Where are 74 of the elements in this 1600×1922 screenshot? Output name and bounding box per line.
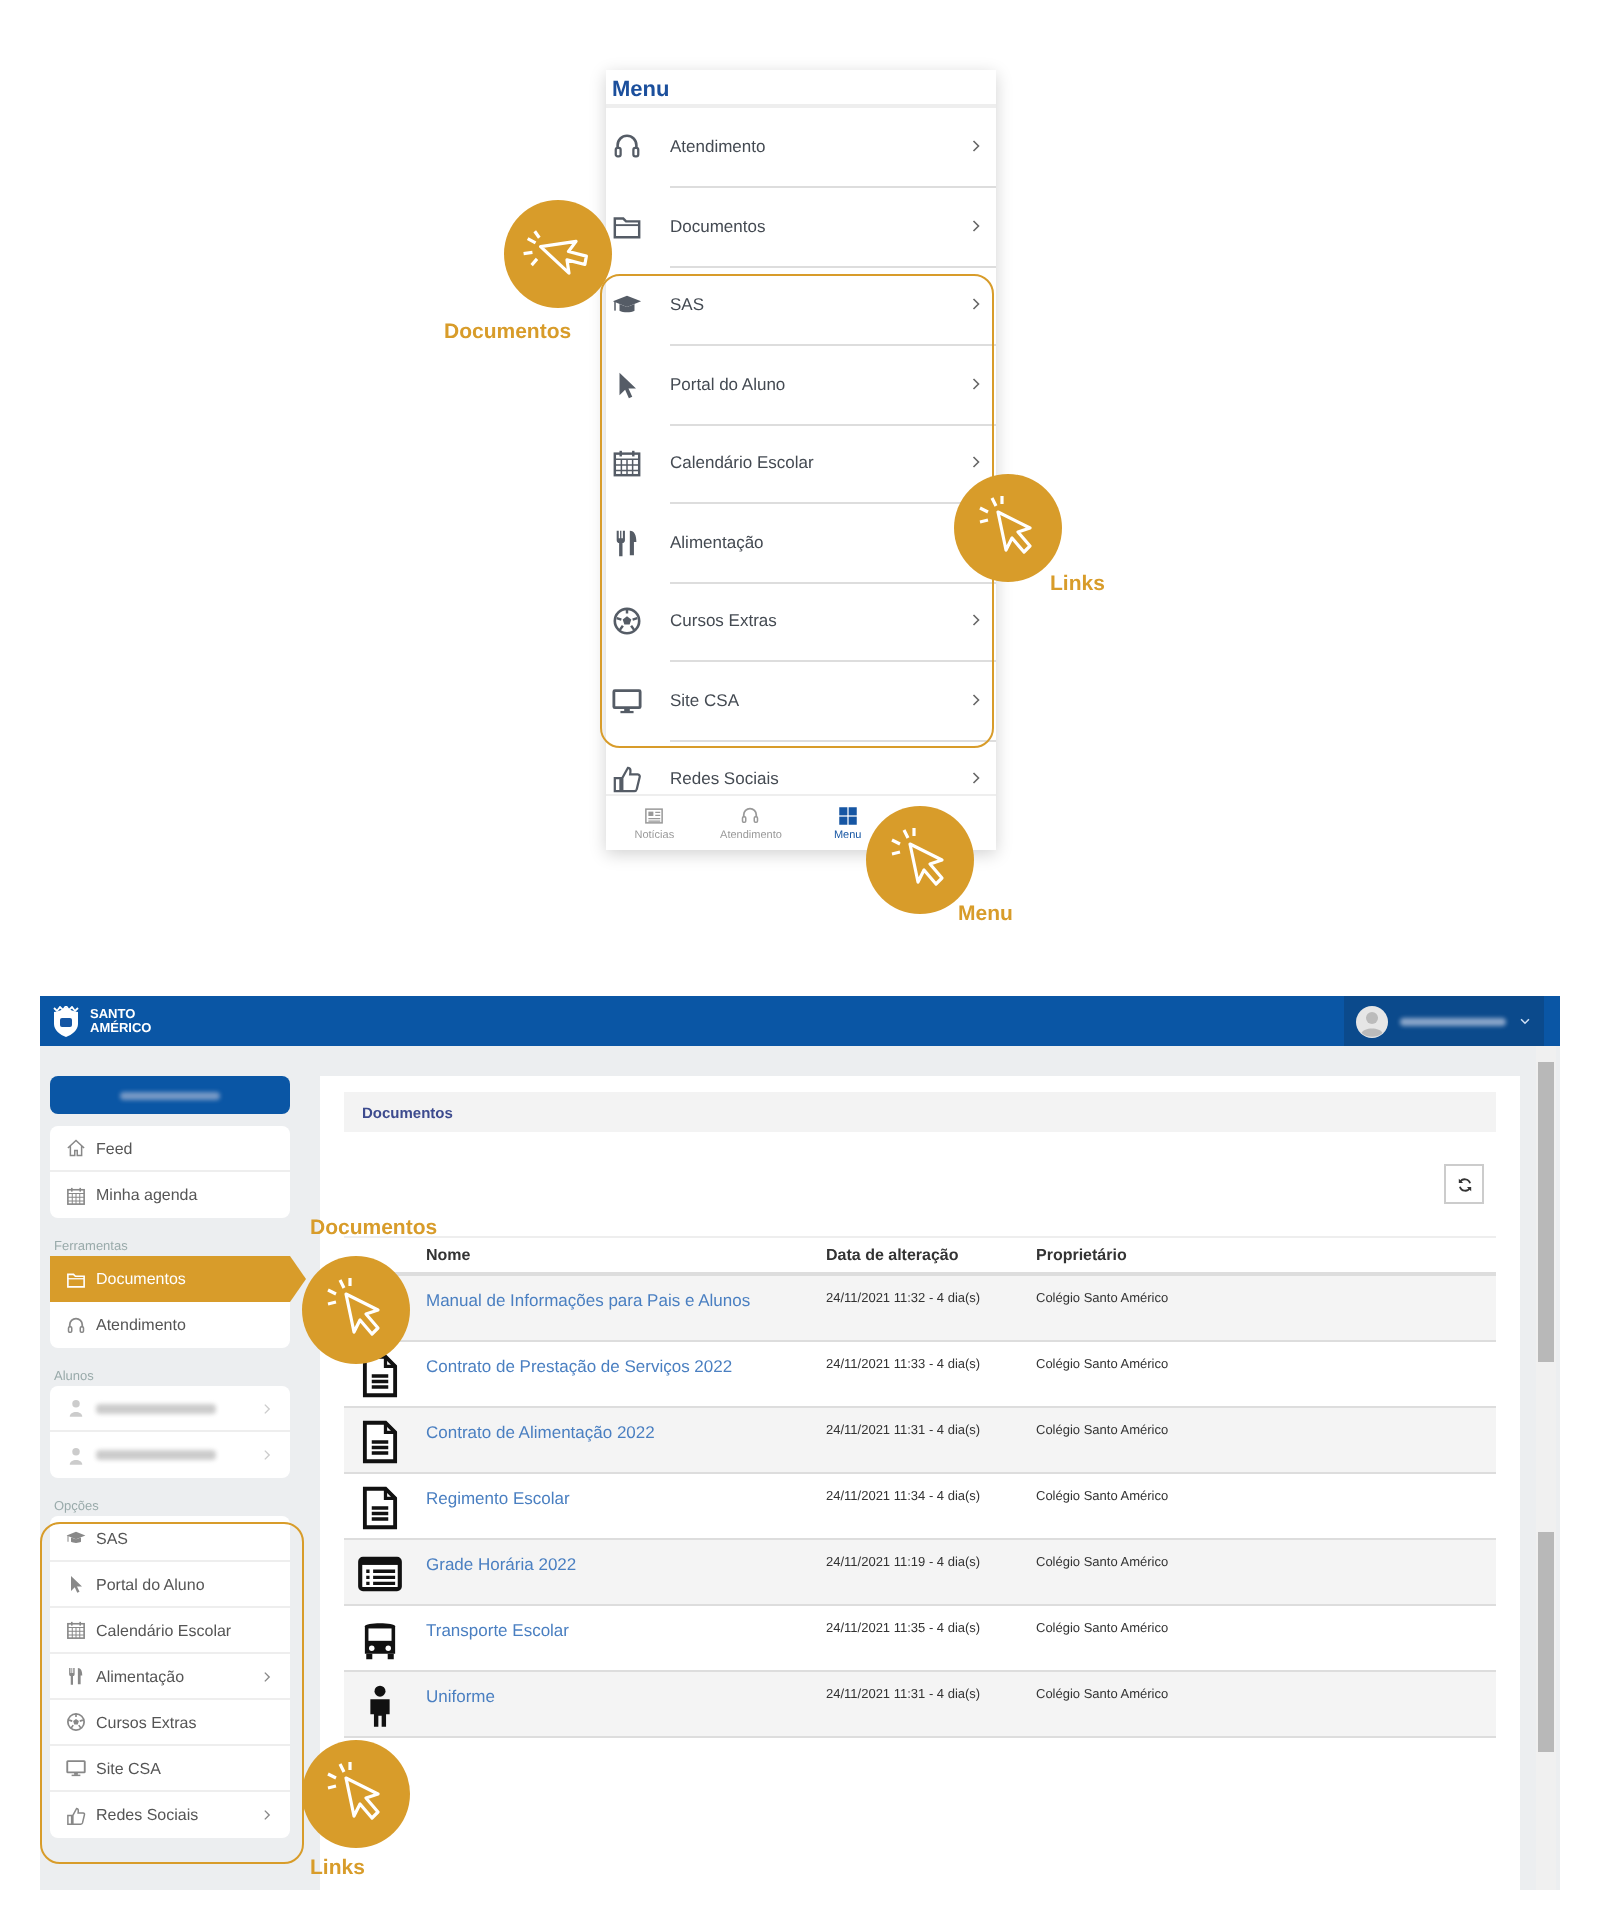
soccer-ball-icon: [66, 1712, 86, 1732]
document-icon: [358, 1420, 402, 1464]
newspaper-icon: [644, 805, 665, 825]
chevron-icon: [260, 1669, 274, 1683]
sidebar-item[interactable]: Redes Sociais: [50, 1792, 290, 1838]
pointer-icon: [66, 1574, 86, 1594]
sidebar-item[interactable]: Alimentação: [50, 1654, 290, 1700]
document-link[interactable]: Manual de Informações para Pais e Alunos: [426, 1290, 751, 1310]
document-link[interactable]: Contrato de Alimentação 2022: [426, 1422, 655, 1442]
caret-icon: [1518, 1014, 1532, 1028]
document-link[interactable]: Regimento Escolar: [426, 1488, 570, 1508]
cutlery-icon: [66, 1666, 86, 1686]
menu-item[interactable]: Portal do Aluno: [670, 373, 786, 394]
headset-icon: [612, 132, 642, 163]
calendar-icon: [66, 1620, 86, 1640]
chevron-icon: [260, 1401, 274, 1415]
thumbs-up-icon: [66, 1805, 86, 1825]
thumbs-up-icon: [612, 764, 642, 794]
calendar-icon: [612, 448, 642, 479]
cutlery-icon: [612, 527, 642, 558]
menu-item[interactable]: Redes Sociais: [670, 768, 779, 789]
menu-item[interactable]: Site CSA: [670, 689, 739, 710]
callout-label: Links: [310, 1856, 365, 1880]
callout-label: Links: [1050, 572, 1105, 596]
callout-label: Documentos: [310, 1216, 438, 1240]
menu-item[interactable]: SAS: [670, 294, 705, 315]
sidebar-item[interactable]: Portal do Aluno: [50, 1562, 290, 1608]
grid-icon: [837, 805, 858, 825]
headset-icon: [66, 1315, 86, 1335]
list-icon: [358, 1552, 402, 1596]
refresh-button[interactable]: [1444, 1164, 1484, 1204]
menu-title: Menu: [606, 70, 996, 108]
menu-item[interactable]: Cursos Extras: [670, 610, 777, 631]
chevron-icon: [260, 1808, 274, 1822]
shield-logo-icon: [50, 1005, 82, 1037]
graduation-cap-icon: [66, 1528, 86, 1548]
headset-icon: [740, 805, 761, 825]
user-menu[interactable]: [1344, 996, 1544, 1046]
monitor-icon: [66, 1758, 86, 1778]
refresh-icon: [1455, 1175, 1473, 1193]
document-link[interactable]: Transporte Escolar: [426, 1620, 569, 1640]
profile-button[interactable]: [50, 1076, 290, 1114]
sidebar-item[interactable]: Site CSA: [50, 1746, 290, 1792]
calendar-icon: [66, 1185, 86, 1205]
avatar-icon: [1356, 1005, 1388, 1037]
scrollbar[interactable]: [1536, 1046, 1556, 1890]
menu-item[interactable]: Documentos: [670, 215, 766, 236]
home-icon: [66, 1138, 86, 1158]
monitor-icon: [612, 685, 642, 716]
sidebar-item[interactable]: Cursos Extras: [50, 1700, 290, 1746]
callout-label: Documentos: [444, 320, 572, 344]
person-icon: [66, 1445, 86, 1465]
menu-item[interactable]: Alimentação: [670, 531, 764, 552]
sidebar-item[interactable]: SAS: [50, 1516, 290, 1562]
column-header: Data de alteração: [826, 1246, 961, 1264]
column-header: Proprietário: [1036, 1246, 1129, 1264]
sidebar-item[interactable]: Minha agenda: [50, 1172, 290, 1218]
person-icon: [66, 1398, 86, 1418]
callout-label: Menu: [958, 902, 1013, 926]
sidebar-item[interactable]: Feed: [50, 1126, 290, 1172]
document-link[interactable]: Contrato de Prestação de Serviços 2022: [426, 1356, 733, 1376]
document-link[interactable]: Grade Horária 2022: [426, 1554, 577, 1574]
folder-icon: [612, 211, 642, 242]
sidebar-item[interactable]: Calendário Escolar: [50, 1608, 290, 1654]
chevron-icon: [260, 1448, 274, 1462]
menu-item[interactable]: Calendário Escolar: [670, 452, 814, 473]
document-icon: [358, 1354, 402, 1398]
soccer-ball-icon: [612, 606, 642, 637]
menu-item[interactable]: Atendimento: [670, 136, 766, 157]
folder-icon: [66, 1269, 86, 1289]
document-icon: [358, 1486, 402, 1530]
document-link[interactable]: Uniforme: [426, 1686, 495, 1706]
sidebar-item[interactable]: Atendimento: [50, 1302, 290, 1348]
column-header: Nome: [426, 1246, 473, 1264]
